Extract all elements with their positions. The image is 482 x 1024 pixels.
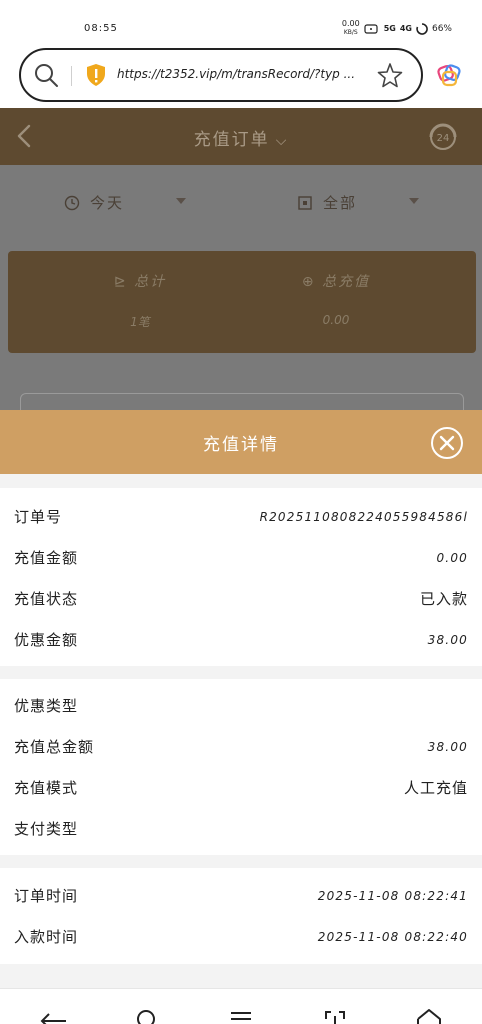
type-filter-label: 全部 (323, 194, 358, 212)
detail-value: 2025-11-08 08:22:41 (317, 888, 468, 903)
status-indicators: 0.00 KB/S 5G 4G 66% (342, 20, 452, 37)
detail-row-mode: 充值模式 人工充值 (0, 767, 482, 808)
detail-value: 38.00 (427, 739, 468, 754)
type-filter[interactable]: 全部 (297, 192, 419, 213)
detail-label: 优惠类型 (14, 697, 79, 715)
summary-count-value: 1笔 (130, 315, 150, 329)
home-icon[interactable] (414, 1007, 444, 1024)
summary-count-text: 总计 (134, 274, 167, 290)
browser-bottom-nav (0, 988, 482, 1024)
detail-row-order-no: 订单号 R2025110808224055984586l (0, 496, 482, 537)
filter-row: 今天 全部 (0, 165, 482, 243)
modal-body: 订单号 R2025110808224055984586l 充值金额 0.00 充… (0, 474, 482, 988)
summary-total: ⊕ 总充值 0.00 (236, 271, 436, 327)
detail-row-pay-type: 支付类型 (0, 808, 482, 849)
detail-value: 人工充值 (403, 779, 468, 797)
date-filter-label: 今天 (90, 194, 125, 212)
customer-service-icon[interactable]: 24 (428, 122, 458, 152)
summary-count: ⊵ 总计 1笔 (40, 271, 240, 330)
modal-title: 充值详情 (203, 435, 279, 455)
back-icon[interactable] (38, 1007, 68, 1024)
detail-label: 订单时间 (14, 887, 79, 905)
caret-down-icon (409, 198, 419, 204)
chevron-down-icon: ⌵ (275, 133, 289, 149)
detail-row-discount: 优惠金额 38.00 (0, 619, 482, 660)
detail-label: 充值模式 (14, 779, 79, 797)
net-speed-unit: KB/S (343, 29, 358, 36)
signal-5g: 5G (383, 24, 396, 33)
detail-row-discount-type: 优惠类型 (0, 685, 482, 726)
list-icon: ⊵ (113, 274, 128, 290)
detail-row-status: 充值状态 已入款 (0, 578, 482, 619)
page-title: 充值订单 (193, 130, 270, 150)
coin-icon: ⊕ (301, 274, 316, 290)
detail-row-amount: 充值金额 0.00 (0, 537, 482, 578)
detail-value: 已入款 (419, 590, 468, 608)
detail-section-1: 订单号 R2025110808224055984586l 充值金额 0.00 充… (0, 488, 482, 666)
detail-label: 支付类型 (14, 820, 79, 838)
detail-row-order-time: 订单时间 2025-11-08 08:22:41 (0, 875, 482, 916)
net-speed-value: 0.00 (341, 19, 360, 28)
detail-value: R2025110808224055984586l (259, 509, 468, 524)
detail-value: 0.00 (436, 550, 468, 565)
summary-count-label: ⊵ 总计 (40, 271, 240, 291)
summary-total-text: 总充值 (322, 274, 371, 290)
address-bar[interactable]: https://t2352.vip/m/transRecord/?typ ... (19, 48, 423, 102)
notification-icon (364, 23, 378, 34)
detail-section-3: 订单时间 2025-11-08 08:22:41 入款时间 2025-11-08… (0, 868, 482, 964)
bookmark-star-icon[interactable] (377, 62, 403, 88)
search-icon[interactable] (33, 62, 59, 88)
net-speed: 0.00 KB/S (342, 20, 360, 37)
detail-label: 充值总金额 (14, 738, 95, 756)
calendar-icon (298, 195, 312, 210)
address-divider (71, 66, 72, 86)
caret-down-icon (176, 198, 186, 204)
detail-value: 2025-11-08 08:22:40 (317, 929, 468, 944)
clock-icon (64, 195, 80, 210)
detail-label: 入款时间 (14, 928, 79, 946)
detail-label: 充值状态 (14, 590, 79, 608)
page-overlay: 今天 全部 ⊵ 总计 1笔 ⊕ 总充值 0.00 (0, 165, 482, 423)
date-filter[interactable]: 今天 (64, 192, 186, 213)
detail-label: 优惠金额 (14, 631, 79, 649)
app-header: 充值订单 ⌵ 24 (0, 108, 482, 165)
detail-row-deposit-time: 入款时间 2025-11-08 08:22:40 (0, 916, 482, 957)
search-icon[interactable] (131, 1007, 161, 1024)
menu-icon[interactable] (226, 1007, 256, 1024)
detail-label: 订单号 (14, 508, 63, 526)
support-badge: 24 (437, 133, 450, 144)
close-icon[interactable] (430, 426, 464, 460)
security-warning-icon[interactable] (85, 63, 107, 87)
signal-4g: 4G (399, 24, 412, 33)
url-text[interactable]: https://t2352.vip/m/transRecord/?typ ... (117, 67, 361, 81)
summary-card: ⊵ 总计 1笔 ⊕ 总充值 0.00 (8, 251, 476, 353)
modal-header: 充值详情 (0, 410, 482, 474)
detail-row-total: 充值总金额 38.00 (0, 726, 482, 767)
detail-label: 充值金额 (14, 549, 79, 567)
battery-icon (416, 22, 428, 35)
status-time: 08:55 (84, 23, 118, 34)
tabs-icon[interactable] (436, 61, 464, 89)
detail-section-2: 优惠类型 充值总金额 38.00 充值模式 人工充值 支付类型 (0, 679, 482, 855)
page-title-dropdown[interactable]: 充值订单 ⌵ (0, 125, 482, 150)
summary-total-value: 0.00 (322, 313, 350, 327)
summary-total-label: ⊕ 总充值 (236, 271, 436, 291)
status-bar: 08:55 0.00 KB/S 5G 4G 66% (0, 0, 482, 44)
detail-value: 38.00 (427, 632, 468, 647)
battery-level: 66% (431, 23, 452, 34)
tabs-overview-icon[interactable] (320, 1007, 350, 1024)
